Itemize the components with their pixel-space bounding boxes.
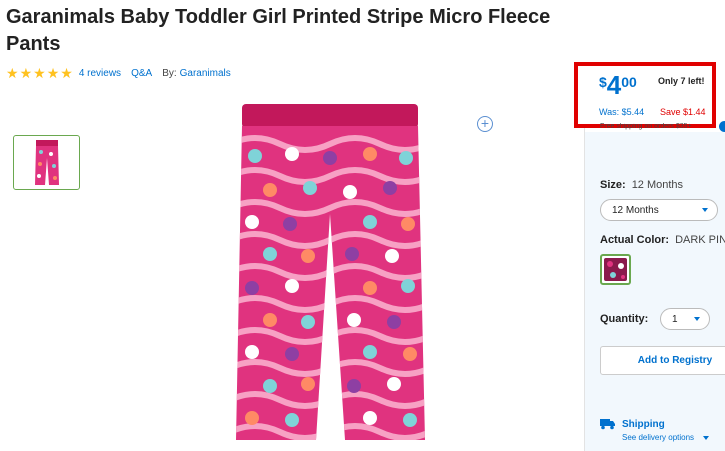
- product-image: [236, 104, 425, 440]
- price-currency: $: [599, 74, 607, 90]
- color-label-row: Actual Color: DARK PINK: [600, 234, 725, 246]
- color-label: Actual Color:: [600, 234, 670, 246]
- rating-stars[interactable]: ★ ★ ★ ★ ★: [6, 66, 74, 80]
- zoom-icon[interactable]: +: [477, 116, 493, 132]
- quantity-value: 1: [672, 313, 678, 325]
- star-icon: ★: [6, 65, 19, 81]
- size-select-value: 12 Months: [612, 204, 659, 216]
- swatch-image: [604, 258, 627, 281]
- size-select[interactable]: 12 Months: [600, 199, 718, 221]
- star-icon: ★: [60, 65, 73, 81]
- chevron-down-icon: [702, 208, 708, 212]
- reviews-link[interactable]: 4 reviews: [79, 68, 121, 79]
- color-value: DARK PINK: [675, 234, 725, 246]
- price-cents: 00: [621, 74, 637, 90]
- price-dollars: 4: [606, 70, 622, 100]
- chevron-down-icon: [694, 317, 700, 321]
- delivery-options-link[interactable]: See delivery options: [622, 433, 694, 442]
- color-swatch[interactable]: [600, 254, 631, 285]
- chevron-down-icon: [703, 436, 709, 440]
- truck-icon: [600, 419, 615, 430]
- brand-link[interactable]: Garanimals: [180, 68, 231, 79]
- shipping-title: Shipping: [622, 419, 665, 430]
- star-icon: ★: [33, 65, 46, 81]
- quantity-label-row: Quantity:: [600, 313, 648, 325]
- brand-line: By: Garanimals: [162, 68, 231, 79]
- star-icon: ★: [19, 65, 33, 81]
- price-box: $400 Only 7 left! Was: $5.44 Save $1.44: [574, 62, 716, 128]
- thumbnail-pants-image: [34, 139, 59, 185]
- shipping-note: Free shipping on orders $35+: [600, 123, 692, 130]
- size-value: 12 Months: [631, 179, 684, 191]
- star-icon: ★: [46, 65, 60, 81]
- quantity-label: Quantity:: [600, 313, 649, 325]
- was-price: Was: $5.44: [599, 107, 645, 117]
- info-icon[interactable]: [719, 121, 725, 132]
- quantity-select[interactable]: 1: [660, 308, 710, 330]
- add-to-registry-button[interactable]: Add to Registry: [600, 346, 725, 375]
- save-amount: Save $1.44: [660, 107, 706, 117]
- stock-note: Only 7 left!: [658, 76, 705, 86]
- by-label: By:: [162, 67, 177, 79]
- current-price: $400: [599, 72, 637, 99]
- product-meta: ★ ★ ★ ★ ★ 4 reviews Q&A By: Garanimals: [6, 66, 231, 80]
- size-label-row: Size: 12 Months: [600, 179, 683, 191]
- size-label: Size:: [600, 179, 626, 191]
- product-title: Garanimals Baby Toddler Girl Printed Str…: [6, 6, 551, 55]
- qa-link[interactable]: Q&A: [131, 68, 152, 79]
- product-thumbnail[interactable]: [13, 135, 80, 190]
